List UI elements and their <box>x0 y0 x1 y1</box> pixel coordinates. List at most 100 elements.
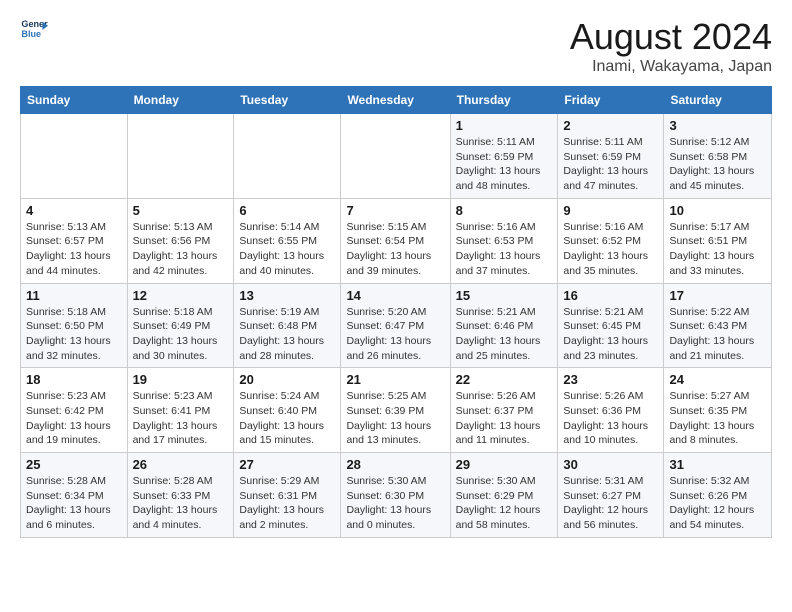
calendar-cell: 24 Sunrise: 5:27 AMSunset: 6:35 PMDayligh… <box>664 368 772 453</box>
calendar-cell: 15Sunrise: 5:21 AMSunset: 6:46 PMDayligh… <box>450 283 558 368</box>
day-info: Sunrise: 5:11 AMSunset: 6:59 PMDaylight:… <box>456 135 553 194</box>
day-number: 12 <box>133 288 229 303</box>
day-number: 27 <box>239 457 335 472</box>
day-number: 8 <box>456 203 553 218</box>
day-number: 7 <box>346 203 444 218</box>
calendar-cell: 6 Sunrise: 5:14 AMSunset: 6:55 PMDaylight… <box>234 198 341 283</box>
day-number: 18 <box>26 372 122 387</box>
calendar-cell <box>341 114 450 199</box>
weekday-header-row: SundayMondayTuesdayWednesdayThursdayFrid… <box>21 87 772 114</box>
day-info: Sunrise: 5:25 AMSunset: 6:39 PMDaylight:… <box>346 389 444 448</box>
day-info: Sunrise: 5:18 AMSunset: 6:50 PMDaylight:… <box>26 305 122 364</box>
calendar-cell: 19 Sunrise: 5:23 AMSunset: 6:41 PMDayligh… <box>127 368 234 453</box>
logo-icon: General Blue <box>20 16 48 44</box>
calendar-cell: 2 Sunrise: 5:11 AMSunset: 6:59 PMDaylight… <box>558 114 664 199</box>
day-info: Sunrise: 5:27 AMSunset: 6:35 PMDaylight:… <box>669 389 766 448</box>
day-number: 21 <box>346 372 444 387</box>
calendar-cell: 18 Sunrise: 5:23 AMSunset: 6:42 PMDayligh… <box>21 368 128 453</box>
day-number: 25 <box>26 457 122 472</box>
calendar-cell: 3Sunrise: 5:12 AMSunset: 6:58 PMDaylight… <box>664 114 772 199</box>
day-number: 19 <box>133 372 229 387</box>
day-number: 13 <box>239 288 335 303</box>
logo: General Blue <box>20 16 48 44</box>
calendar-week-row: 18 Sunrise: 5:23 AMSunset: 6:42 PMDayligh… <box>21 368 772 453</box>
calendar-cell: 5Sunrise: 5:13 AMSunset: 6:56 PMDaylight… <box>127 198 234 283</box>
calendar-cell: 11Sunrise: 5:18 AMSunset: 6:50 PMDayligh… <box>21 283 128 368</box>
calendar-cell <box>127 114 234 199</box>
day-info: Sunrise: 5:12 AMSunset: 6:58 PMDaylight:… <box>669 135 766 194</box>
day-info: Sunrise: 5:17 AMSunset: 6:51 PMDaylight:… <box>669 220 766 279</box>
day-info: Sunrise: 5:28 AMSunset: 6:33 PMDaylight:… <box>133 474 229 533</box>
calendar-cell: 13Sunrise: 5:19 AMSunset: 6:48 PMDayligh… <box>234 283 341 368</box>
calendar-cell: 17 Sunrise: 5:22 AMSunset: 6:43 PMDayligh… <box>664 283 772 368</box>
day-number: 9 <box>563 203 658 218</box>
weekday-header-thursday: Thursday <box>450 87 558 114</box>
calendar-cell: 20 Sunrise: 5:24 AMSunset: 6:40 PMDayligh… <box>234 368 341 453</box>
weekday-header-friday: Friday <box>558 87 664 114</box>
calendar-cell: 9Sunrise: 5:16 AMSunset: 6:52 PMDaylight… <box>558 198 664 283</box>
calendar-cell: 23 Sunrise: 5:26 AMSunset: 6:36 PMDayligh… <box>558 368 664 453</box>
calendar-cell <box>21 114 128 199</box>
calendar-week-row: 1 Sunrise: 5:11 AMSunset: 6:59 PMDaylight… <box>21 114 772 199</box>
calendar-cell: 14Sunrise: 5:20 AMSunset: 6:47 PMDayligh… <box>341 283 450 368</box>
day-info: Sunrise: 5:22 AMSunset: 6:43 PMDaylight:… <box>669 305 766 364</box>
calendar-cell: 12 Sunrise: 5:18 AMSunset: 6:49 PMDayligh… <box>127 283 234 368</box>
day-info: Sunrise: 5:23 AMSunset: 6:41 PMDaylight:… <box>133 389 229 448</box>
calendar-week-row: 11Sunrise: 5:18 AMSunset: 6:50 PMDayligh… <box>21 283 772 368</box>
day-info: Sunrise: 5:29 AMSunset: 6:31 PMDaylight:… <box>239 474 335 533</box>
day-info: Sunrise: 5:24 AMSunset: 6:40 PMDaylight:… <box>239 389 335 448</box>
calendar-cell: 26 Sunrise: 5:28 AMSunset: 6:33 PMDayligh… <box>127 453 234 538</box>
day-info: Sunrise: 5:32 AMSunset: 6:26 PMDaylight:… <box>669 474 766 533</box>
day-info: Sunrise: 5:18 AMSunset: 6:49 PMDaylight:… <box>133 305 229 364</box>
calendar-cell: 10 Sunrise: 5:17 AMSunset: 6:51 PMDayligh… <box>664 198 772 283</box>
calendar-cell: 28 Sunrise: 5:30 AMSunset: 6:30 PMDayligh… <box>341 453 450 538</box>
day-number: 24 <box>669 372 766 387</box>
calendar-cell: 31 Sunrise: 5:32 AMSunset: 6:26 PMDayligh… <box>664 453 772 538</box>
title-block: August 2024 Inami, Wakayama, Japan <box>570 16 772 76</box>
day-info: Sunrise: 5:13 AMSunset: 6:56 PMDaylight:… <box>133 220 229 279</box>
day-number: 17 <box>669 288 766 303</box>
calendar-cell: 4Sunrise: 5:13 AMSunset: 6:57 PMDaylight… <box>21 198 128 283</box>
day-info: Sunrise: 5:31 AMSunset: 6:27 PMDaylight:… <box>563 474 658 533</box>
day-info: Sunrise: 5:20 AMSunset: 6:47 PMDaylight:… <box>346 305 444 364</box>
day-number: 30 <box>563 457 658 472</box>
calendar-week-row: 25Sunrise: 5:28 AMSunset: 6:34 PMDayligh… <box>21 453 772 538</box>
day-number: 31 <box>669 457 766 472</box>
day-number: 16 <box>563 288 658 303</box>
day-number: 28 <box>346 457 444 472</box>
day-number: 26 <box>133 457 229 472</box>
day-number: 23 <box>563 372 658 387</box>
day-number: 2 <box>563 118 658 133</box>
day-info: Sunrise: 5:30 AMSunset: 6:29 PMDaylight:… <box>456 474 553 533</box>
calendar-cell: 21 Sunrise: 5:25 AMSunset: 6:39 PMDayligh… <box>341 368 450 453</box>
calendar-cell: 7 Sunrise: 5:15 AMSunset: 6:54 PMDaylight… <box>341 198 450 283</box>
calendar-cell: 16 Sunrise: 5:21 AMSunset: 6:45 PMDayligh… <box>558 283 664 368</box>
day-number: 29 <box>456 457 553 472</box>
calendar-cell: 22Sunrise: 5:26 AMSunset: 6:37 PMDayligh… <box>450 368 558 453</box>
day-info: Sunrise: 5:11 AMSunset: 6:59 PMDaylight:… <box>563 135 658 194</box>
calendar-cell: 1 Sunrise: 5:11 AMSunset: 6:59 PMDaylight… <box>450 114 558 199</box>
day-info: Sunrise: 5:26 AMSunset: 6:36 PMDaylight:… <box>563 389 658 448</box>
weekday-header-monday: Monday <box>127 87 234 114</box>
day-number: 10 <box>669 203 766 218</box>
calendar-cell: 8 Sunrise: 5:16 AMSunset: 6:53 PMDaylight… <box>450 198 558 283</box>
day-number: 6 <box>239 203 335 218</box>
calendar-cell: 27 Sunrise: 5:29 AMSunset: 6:31 PMDayligh… <box>234 453 341 538</box>
day-info: Sunrise: 5:30 AMSunset: 6:30 PMDaylight:… <box>346 474 444 533</box>
day-info: Sunrise: 5:21 AMSunset: 6:45 PMDaylight:… <box>563 305 658 364</box>
weekday-header-saturday: Saturday <box>664 87 772 114</box>
day-number: 1 <box>456 118 553 133</box>
day-info: Sunrise: 5:26 AMSunset: 6:37 PMDaylight:… <box>456 389 553 448</box>
day-info: Sunrise: 5:23 AMSunset: 6:42 PMDaylight:… <box>26 389 122 448</box>
calendar-cell: 30 Sunrise: 5:31 AMSunset: 6:27 PMDayligh… <box>558 453 664 538</box>
day-info: Sunrise: 5:14 AMSunset: 6:55 PMDaylight:… <box>239 220 335 279</box>
day-info: Sunrise: 5:16 AMSunset: 6:53 PMDaylight:… <box>456 220 553 279</box>
calendar-cell: 29 Sunrise: 5:30 AMSunset: 6:29 PMDayligh… <box>450 453 558 538</box>
day-number: 20 <box>239 372 335 387</box>
svg-text:Blue: Blue <box>21 29 41 39</box>
month-title: August 2024 <box>570 16 772 58</box>
day-number: 4 <box>26 203 122 218</box>
day-number: 15 <box>456 288 553 303</box>
weekday-header-wednesday: Wednesday <box>341 87 450 114</box>
day-info: Sunrise: 5:15 AMSunset: 6:54 PMDaylight:… <box>346 220 444 279</box>
